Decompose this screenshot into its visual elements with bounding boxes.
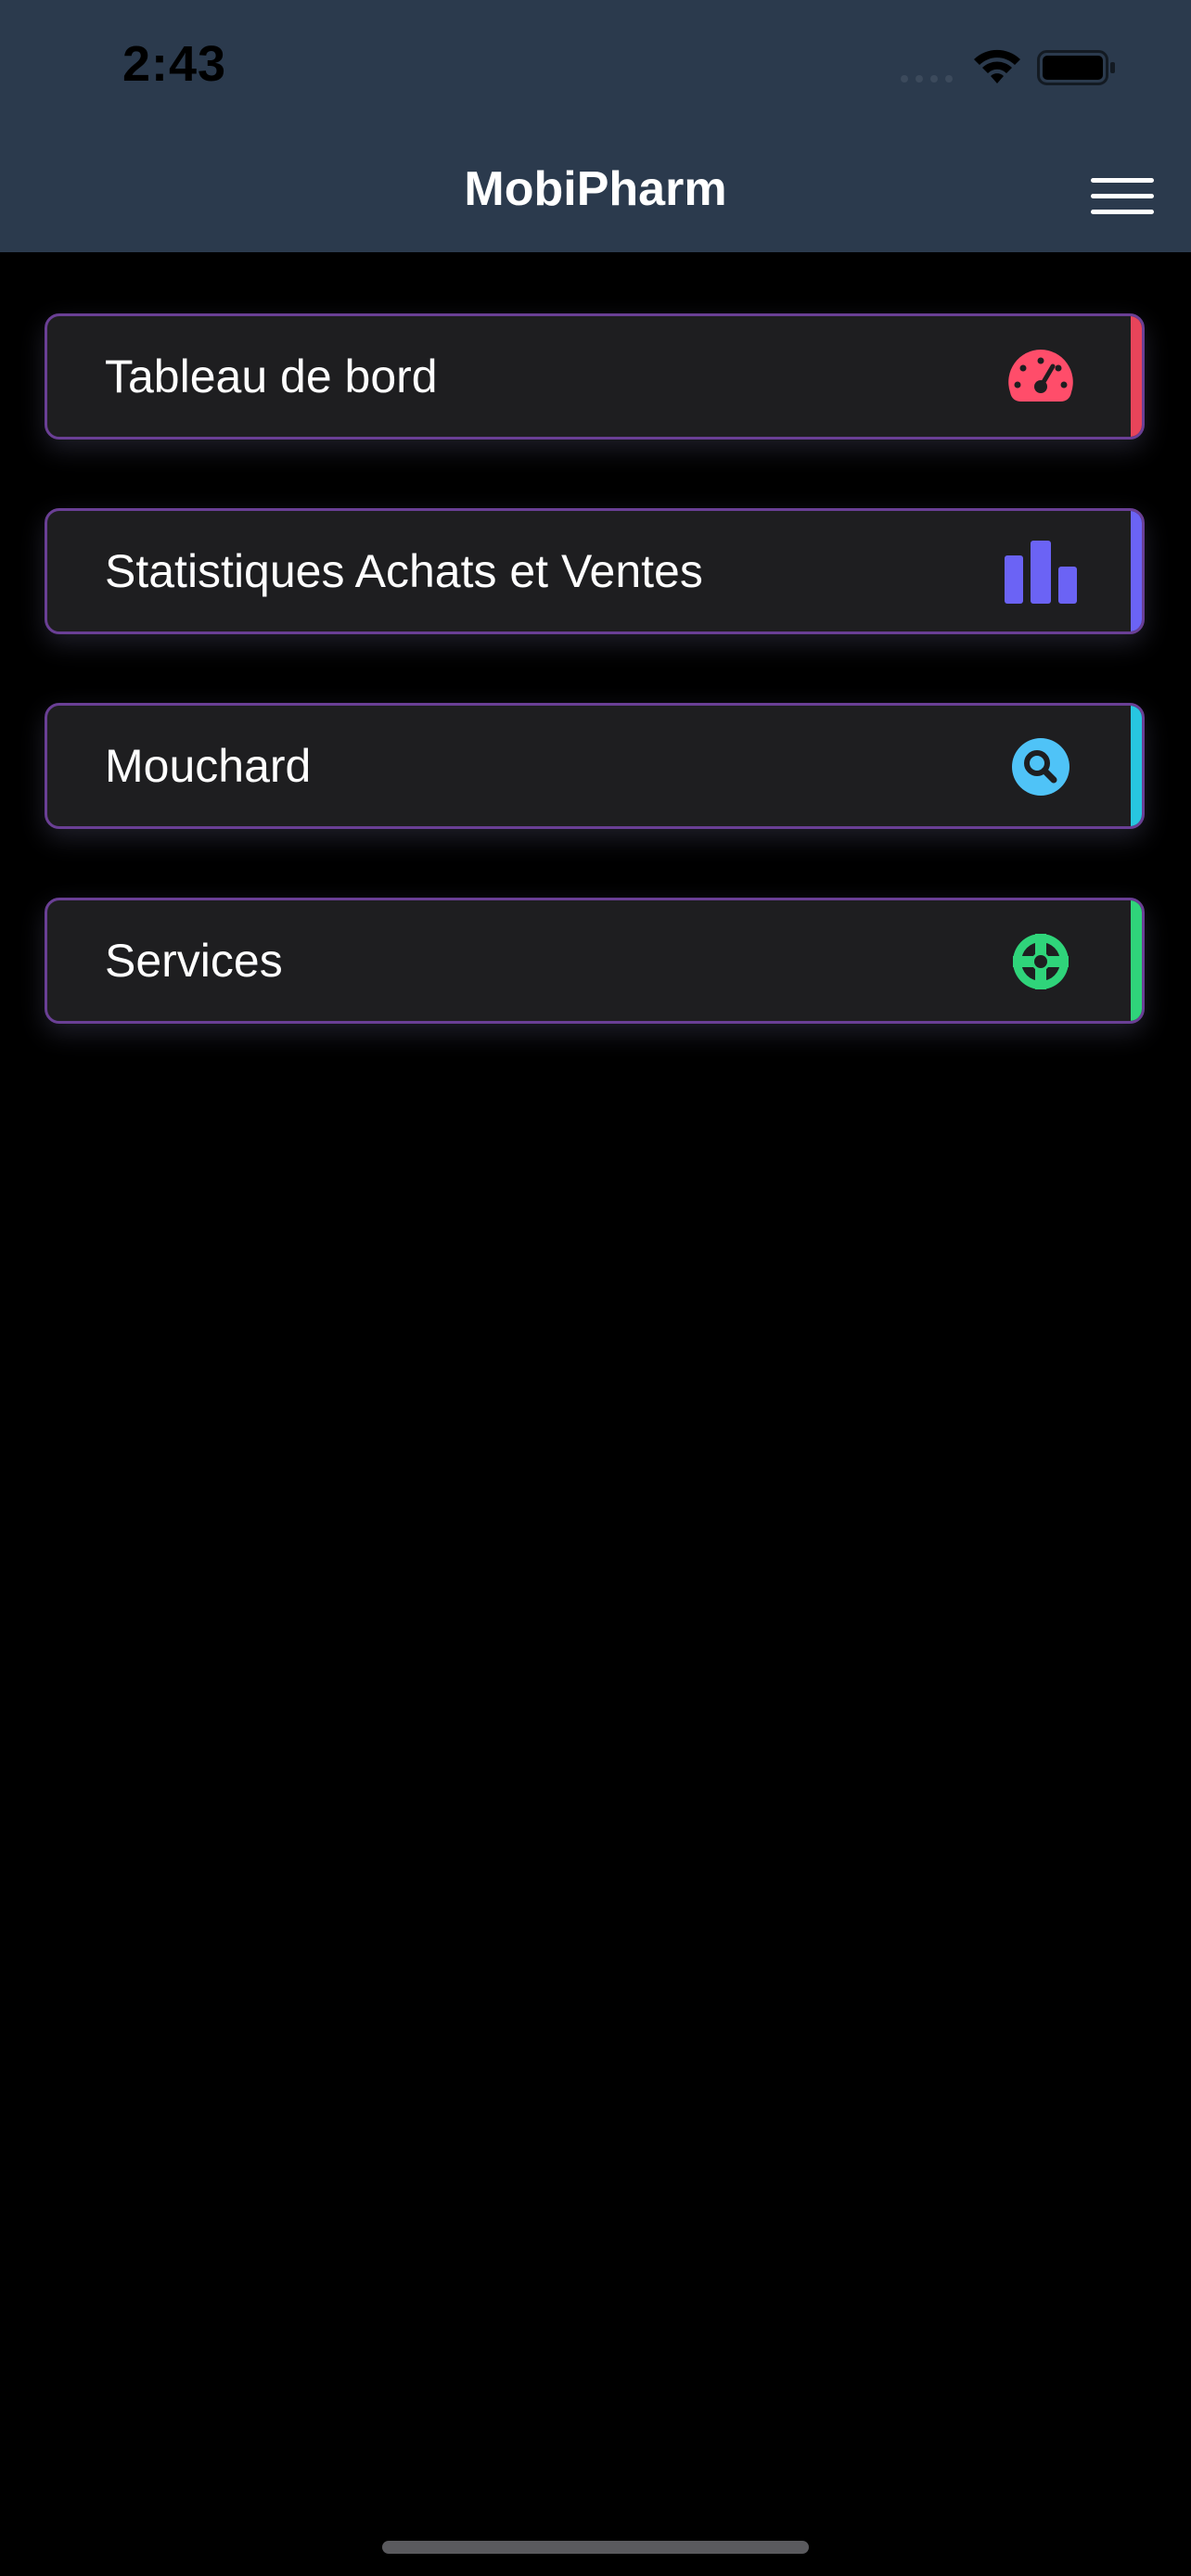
app-header: 2:43 MobiPharm [0,0,1191,252]
menu-item-tableau-de-bord[interactable]: Tableau de bord [45,313,1145,440]
menu-item-label: Tableau de bord [105,351,438,402]
app-title: MobiPharm [464,162,727,216]
menu-item-services[interactable]: Services [45,898,1145,1024]
menu-item-label: Services [105,935,283,987]
dashboard-gauge-icon [1008,350,1073,402]
accent-bar [1131,511,1142,631]
accent-bar [1131,316,1142,437]
menu-item-label: Statistiques Achats et Ventes [105,545,703,597]
wifi-icon [974,49,1020,83]
menu-item-label: Mouchard [105,740,312,792]
hamburger-menu-icon [1091,178,1154,183]
hamburger-menu-icon-bar [1091,194,1154,198]
status-bar: 2:43 [0,0,1191,139]
menu-item-statistiques[interactable]: Statistiques Achats et Ventes [45,508,1145,634]
search-icon [1012,738,1069,796]
bar-chart-icon [1005,541,1077,604]
nav-bar: MobiPharm [0,139,1191,252]
battery-icon [1037,50,1115,85]
hamburger-menu-button[interactable] [1083,169,1161,224]
hamburger-menu-icon-bar [1091,210,1154,214]
home-indicator[interactable] [382,2541,809,2554]
lifebuoy-icon [1013,934,1069,989]
menu-item-mouchard[interactable]: Mouchard [45,703,1145,829]
status-time: 2:43 [122,36,227,92]
signal-icon [901,75,953,83]
accent-bar [1131,706,1142,826]
accent-bar [1131,900,1142,1021]
